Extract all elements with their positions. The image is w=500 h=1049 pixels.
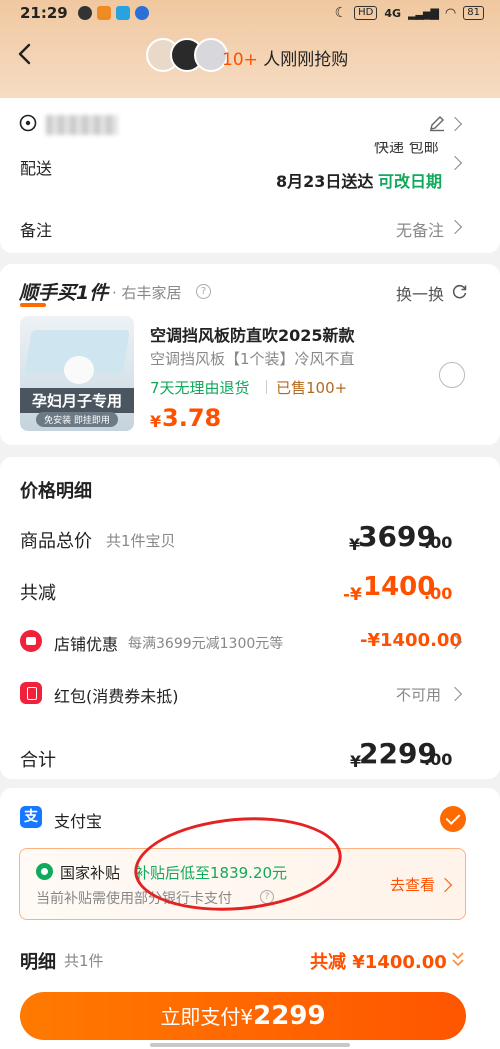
goods-total-count: 共1件宝贝 [106,532,176,550]
return-policy: 7天无理由退货 [150,379,250,397]
refresh-icon[interactable] [451,283,468,300]
back-arrow-icon[interactable] [14,42,38,66]
red-packet-chevron-icon[interactable] [447,686,463,702]
discount-dec: .00 [424,584,453,603]
red-packet-label: 红包(消费券未抵) [54,687,179,706]
shop-name: · 右丰家居 [112,284,182,302]
go-see-link[interactable]: 去查看 [390,874,435,895]
detail-count: 共1件 [64,952,104,970]
shop-coupon-icon [20,630,42,652]
app-notification-icon-3 [135,6,149,20]
buyer-count: 10+ [222,50,258,70]
buying-label: 人刚刚抢购 [263,50,349,70]
remark-label: 备注 [20,221,53,240]
alipay-icon: 支 [20,806,42,828]
sold-count: 已售100+ [276,379,348,397]
status-right: ☾ HD 4G ▂▃▅▇ ◠ 81 [335,5,484,21]
add-on-title: 顺手买1件 [19,282,109,304]
pay-button-prefix: 立即支付¥ [160,1005,254,1029]
add-on-card: 顺手买1件 · 右丰家居 ? 换一换 孕妇月子专用 免安装 即挂即用 空调挡风板… [0,264,500,445]
remark-chevron-icon[interactable] [447,219,463,235]
remark-value: 无备注 [396,221,445,240]
help-icon[interactable]: ? [196,284,211,299]
app-notification-icon-2 [116,6,130,20]
add-on-select-radio[interactable] [439,362,465,388]
location-pin-icon [19,114,37,132]
go-see-chevron-icon[interactable] [437,877,453,893]
app-notification-icon [97,6,111,20]
product-spec: 空调挡风板【1个装】冷风不直 [150,350,355,368]
bear-graphic [64,356,94,384]
delivery-chevron-icon[interactable] [447,155,463,171]
divider [266,380,267,394]
address-card: 配送 快递 包邮 8月23日送达 可改日期 备注 无备注 [0,98,500,253]
swap-button[interactable]: 换一换 [396,281,444,305]
pay-now-button[interactable]: 立即支付¥2299 [20,992,466,1040]
delivery-method: 快递 包邮 [374,142,439,154]
payment-card: 支 支付宝 国家补贴 补贴后低至1839.20元 当前补贴需使用部分银行卡支付 … [0,788,500,1049]
moon-icon: ☾ [334,5,348,21]
status-bar: 21:29 ☾ HD 4G ▂▃▅▇ ◠ 81 [0,0,500,28]
shop-coupon-label: 店铺优惠 [54,635,119,654]
image-sub-label: 免安装 即挂即用 [36,412,118,427]
network-label: 4G [384,6,402,20]
subsidy-title: 国家补贴 [60,864,121,882]
product-title[interactable]: 空调挡风板防直吹2025新款 [150,322,355,346]
price-detail-title: 价格明细 [20,481,92,502]
header-bar: 21:29 ☾ HD 4G ▂▃▅▇ ◠ 81 10+ 人刚刚抢购 [0,0,500,98]
title-underline [20,303,46,307]
notification-icons [78,6,149,20]
goods-total-dec: .00 [424,533,453,552]
double-chevron-down-icon[interactable] [450,950,466,968]
subsidy-icon-dot [41,868,48,875]
shop-coupon-value: -¥1400.00 [360,630,462,651]
status-time: 21:29 [20,4,68,22]
edit-icon[interactable] [428,114,446,132]
total-dec: .00 [424,750,453,769]
signal-icon: ▂▃▅▇ [408,6,439,20]
battery-icon: 81 [463,6,484,20]
address-chevron-icon[interactable] [447,116,463,132]
total-label: 合计 [20,750,56,771]
redacted-address[interactable] [46,115,118,135]
recent-buyers-text: 10+ 人刚刚抢购 [222,45,348,70]
product-price: 3.78 [162,404,222,432]
hd-badge: HD [354,6,378,20]
price-symbol: ¥ [150,412,162,431]
home-indicator[interactable] [150,1043,350,1047]
red-packet-icon [20,682,42,704]
delivery-label: 配送 [20,159,53,178]
pay-button-amount: 2299 [253,1001,326,1031]
shop-coupon-desc: 每满3699元减1300元等 [128,636,284,652]
price-detail-card: 价格明细 商品总价 共1件宝贝 ¥ 3699 .00 共减 -¥ 1400 .0… [0,457,500,779]
payment-selected-check-icon[interactable] [440,806,466,832]
change-date-link[interactable]: 可改日期 [378,168,442,192]
goods-total-label: 商品总价 [20,531,92,552]
wifi-icon: ◠ [444,5,457,21]
detail-discount: 共减 ¥1400.00 [310,952,447,973]
red-packet-value: 不可用 [396,686,442,704]
payment-method-label[interactable]: 支付宝 [54,808,102,832]
image-label: 孕妇月子专用 [20,388,134,413]
discount-prefix: -¥ [343,585,362,605]
detail-label: 明细 [20,952,56,973]
delivery-date: 8月23日送达 [276,172,374,191]
product-image[interactable]: 孕妇月子专用 免安装 即挂即用 [20,316,134,431]
buyer-avatars [146,38,228,72]
message-icon [78,6,92,20]
discount-label: 共减 [20,583,56,604]
